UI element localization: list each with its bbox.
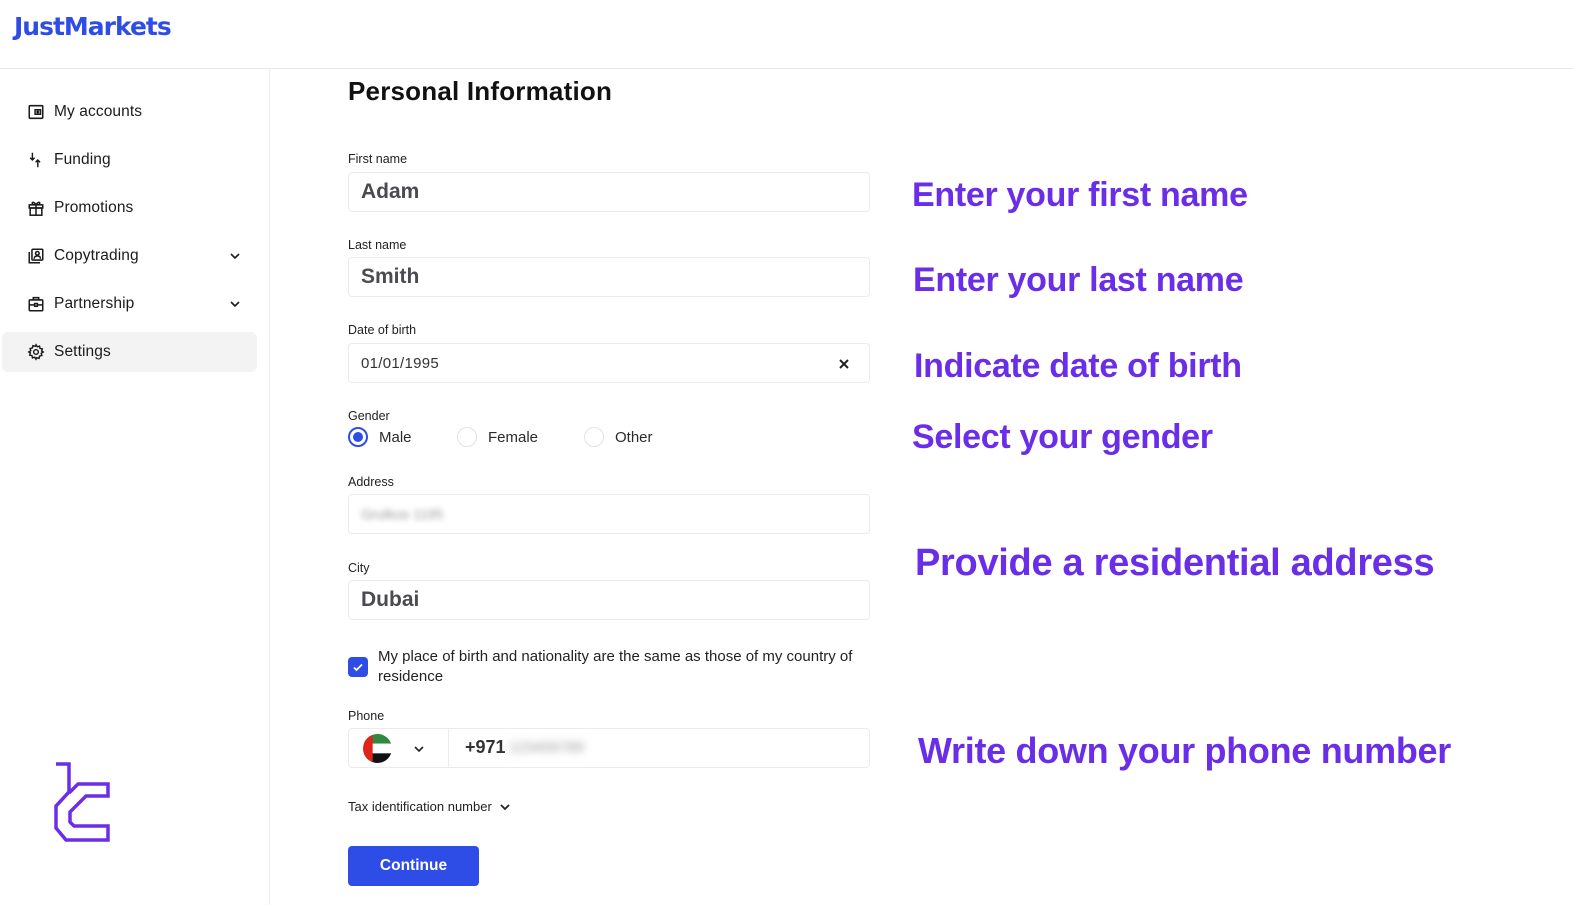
first-name-label: First name (348, 152, 408, 166)
first-name-value: Adam (361, 180, 420, 203)
same-nationality-checkbox[interactable] (348, 657, 368, 677)
sidebar-item-label: My accounts (54, 103, 143, 120)
sidebar-item-label: Promotions (54, 199, 134, 216)
same-nationality-text: My place of birth and nationality are th… (378, 648, 853, 685)
sidebar-item-funding[interactable]: Funding (2, 140, 257, 180)
sidebar-item-label: Settings (54, 343, 111, 360)
briefcase-icon (26, 294, 46, 314)
radio-checked-indicator[interactable] (348, 427, 368, 447)
top-bar: JustMarkets (0, 0, 1573, 69)
address-input[interactable]: Grulkos 1195 (348, 494, 870, 534)
last-name-label: Last name (348, 238, 407, 252)
radio-unchecked-indicator[interactable] (584, 427, 604, 447)
radio-label: Male (379, 428, 412, 446)
sidebar-item-label: Partnership (54, 295, 135, 312)
address-value: Grulkos 1195 (361, 506, 444, 522)
radio-unchecked-indicator[interactable] (457, 427, 477, 447)
sidebar-item-settings[interactable]: Settings (2, 332, 257, 372)
address-label: Address (348, 475, 394, 489)
continue-button[interactable]: Continue (348, 846, 479, 886)
first-name-input[interactable]: Adam (348, 172, 870, 212)
sidebar: My accounts Funding Promotions Copytradi… (0, 69, 270, 905)
sidebar-item-copytrading[interactable]: Copytrading (2, 236, 257, 276)
transfer-arrows-icon (26, 150, 46, 170)
gender-label: Gender (348, 409, 390, 423)
page-title: Personal Information (348, 76, 613, 106)
sidebar-item-my-accounts[interactable]: My accounts (2, 92, 257, 132)
tax-id-label: Tax identification number (348, 799, 492, 814)
annotation-first-name: Enter your first name (912, 176, 1248, 214)
city-value: Dubai (361, 588, 420, 611)
gender-radio-female[interactable]: Female (457, 427, 538, 447)
phone-label: Phone (348, 709, 385, 723)
annotation-gender: Select your gender (912, 418, 1213, 456)
chevron-down-icon (500, 803, 510, 810)
gear-icon (26, 342, 46, 362)
chevron-down-icon (414, 746, 424, 753)
sidebar-item-label: Funding (54, 151, 111, 168)
chevron-down-icon[interactable] (227, 296, 243, 312)
annotation-address: Provide a residential address (915, 542, 1435, 584)
phone-number-value[interactable]: 123456789 (509, 739, 584, 756)
radio-label: Female (488, 428, 539, 446)
last-name-value: Smith (361, 265, 420, 288)
uae-flag-icon (363, 734, 392, 763)
dob-label: Date of birth (348, 323, 417, 337)
annotation-last-name: Enter your last name (913, 261, 1244, 299)
dob-value: 01/01/1995 (361, 354, 440, 372)
sidebar-item-promotions[interactable]: Promotions (2, 188, 257, 228)
tax-id-toggle[interactable]: Tax identification number (348, 799, 512, 814)
gender-radio-male[interactable]: Male (348, 427, 412, 447)
gift-icon (26, 198, 46, 218)
last-name-input[interactable]: Smith (348, 257, 870, 297)
chevron-down-icon[interactable] (227, 248, 243, 264)
tradingfinder-logo-icon (54, 762, 110, 842)
city-input[interactable]: Dubai (348, 580, 870, 620)
wallet-icon (26, 102, 46, 122)
phone-country-code[interactable]: +971 (465, 737, 506, 758)
checkmark-icon (353, 663, 363, 672)
justmarkets-logo[interactable]: JustMarkets (14, 12, 172, 41)
copytrading-icon (26, 246, 46, 266)
sidebar-item-partnership[interactable]: Partnership (2, 284, 257, 324)
annotation-dob: Indicate date of birth (914, 347, 1242, 385)
sidebar-item-label: Copytrading (54, 247, 139, 264)
country-code-select[interactable] (349, 729, 449, 767)
phone-input-group: +971 123456789 (348, 728, 870, 768)
clear-icon[interactable] (835, 355, 853, 373)
dob-input[interactable]: 01/01/1995 (348, 343, 870, 383)
gender-radio-other[interactable]: Other (584, 427, 653, 447)
annotation-phone: Write down your phone number (918, 730, 1451, 771)
city-label: City (348, 561, 370, 575)
radio-label: Other (615, 428, 653, 446)
